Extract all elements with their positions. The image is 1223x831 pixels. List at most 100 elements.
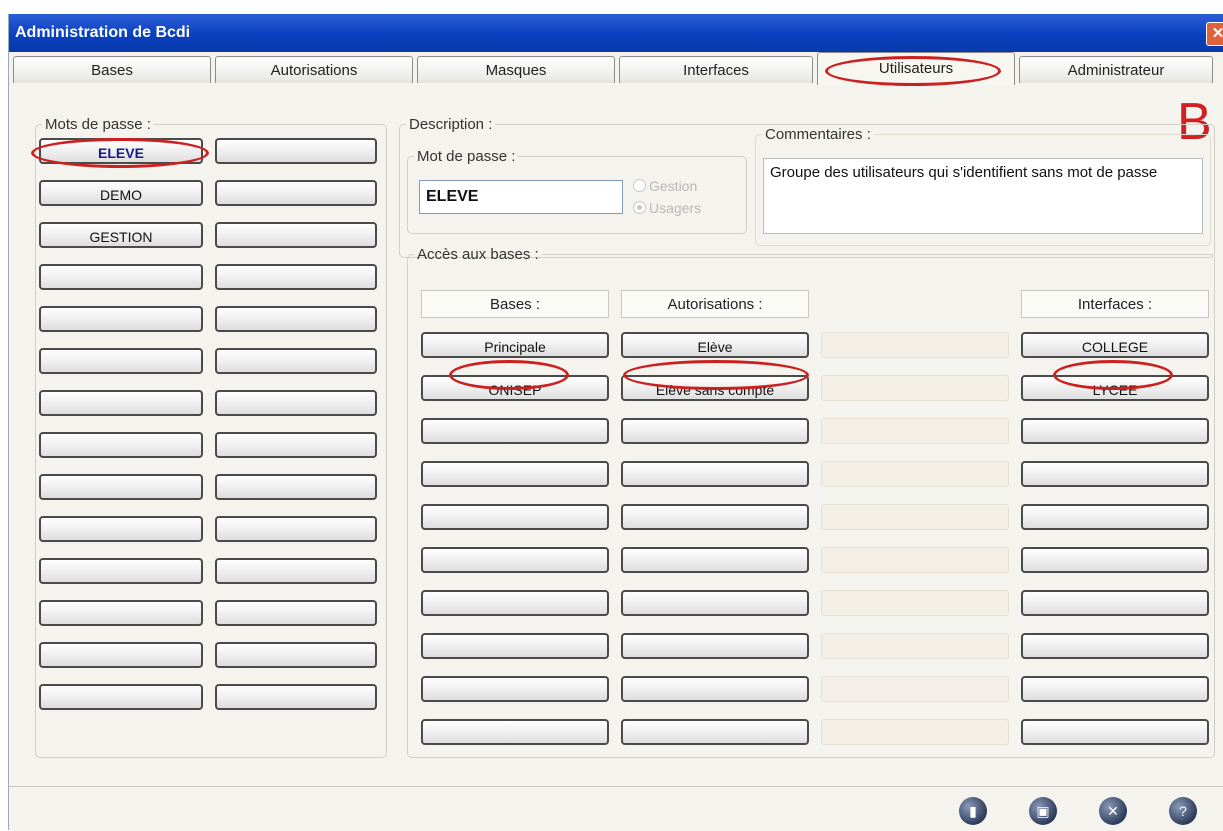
password-item[interactable] [39,474,203,500]
password-item[interactable] [39,264,203,290]
base-button[interactable] [421,676,609,702]
interface-button[interactable] [1021,633,1209,659]
base-button[interactable] [421,418,609,444]
autorisation-button[interactable] [621,676,809,702]
interface-button[interactable] [1021,504,1209,530]
tab-bases[interactable]: Bases [13,56,211,83]
autorisation-button[interactable] [621,418,809,444]
header-autorisations: Autorisations : [621,290,809,318]
empty-column-slot [821,461,1009,487]
interface-button[interactable]: LYCEE [1021,375,1209,401]
close-icon[interactable]: ✕ [1099,797,1127,825]
password-slot[interactable] [215,600,377,626]
password-item[interactable] [39,600,203,626]
password-slot[interactable] [215,684,377,710]
empty-column-slot [821,590,1009,616]
tab-utilisateurs[interactable]: Utilisateurs [817,52,1015,85]
header-bases: Bases : [421,290,609,318]
title-bar: Administration de Bcdi ✕ [9,14,1223,52]
radio-usagers-label: Usagers [649,200,702,216]
comments-legend: Commentaires : [765,126,871,143]
password-slot[interactable] [215,348,377,374]
interface-button[interactable] [1021,418,1209,444]
password-legend: Mot de passe : [417,148,516,165]
interface-button[interactable] [1021,547,1209,573]
password-slot[interactable] [215,306,377,332]
empty-column-slot [821,633,1009,659]
window-close-button[interactable]: ✕ [1206,22,1223,46]
password-field[interactable]: ELEVE [419,180,623,214]
password-slot[interactable] [215,222,377,248]
autorisation-button[interactable] [621,590,809,616]
base-button[interactable] [421,547,609,573]
empty-column-slot [821,504,1009,530]
password-slot[interactable] [215,138,377,164]
empty-column-slot [821,332,1009,358]
tab-interfaces[interactable]: Interfaces [619,56,813,83]
main-panel: Mots de passe : ELEVE DEMO GESTION Descrip… [9,86,1223,786]
help-icon[interactable]: ? [1169,797,1197,825]
autorisation-button[interactable] [621,504,809,530]
password-slot[interactable] [215,474,377,500]
autorisation-button[interactable] [621,547,809,573]
window-title: Administration de Bcdi [15,24,191,41]
radio-gestion[interactable]: Gestion [633,178,697,194]
password-slot[interactable] [215,432,377,458]
bottom-toolbar: ▮ ▣ ✕ ? [9,786,1223,831]
base-button[interactable]: ONISEP [421,375,609,401]
password-slot[interactable] [215,180,377,206]
password-slot[interactable] [215,516,377,542]
password-item[interactable] [39,684,203,710]
empty-column-slot [821,547,1009,573]
password-slot[interactable] [215,264,377,290]
base-button[interactable] [421,504,609,530]
password-item[interactable] [39,432,203,458]
interface-button[interactable] [1021,461,1209,487]
base-button[interactable]: Principale [421,332,609,358]
radio-usagers-dot [633,201,646,214]
interface-button[interactable] [1021,676,1209,702]
autorisation-button[interactable]: Elève sans compte [621,375,809,401]
autorisation-button[interactable]: Elève [621,332,809,358]
radio-gestion-dot [633,179,646,192]
empty-column-slot [821,719,1009,745]
tab-bar: Bases Autorisations Masques Interfaces U… [13,52,1213,85]
empty-column-slot [821,375,1009,401]
interface-button[interactable] [1021,719,1209,745]
autorisation-button[interactable] [621,461,809,487]
password-item[interactable] [39,642,203,668]
tab-masques[interactable]: Masques [417,56,615,83]
app-window: Administration de Bcdi ✕ Bases Autorisat… [8,14,1223,831]
base-button[interactable] [421,590,609,616]
save-icon[interactable]: ▣ [1029,797,1057,825]
password-item[interactable] [39,390,203,416]
tab-administrateur[interactable]: Administrateur [1019,56,1213,83]
password-item[interactable]: DEMO [39,180,203,206]
password-slot[interactable] [215,642,377,668]
autorisation-button[interactable] [621,719,809,745]
password-item[interactable]: GESTION [39,222,203,248]
empty-column-slot [821,418,1009,444]
radio-usagers[interactable]: Usagers [633,200,701,216]
passwords-legend: Mots de passe : [45,116,151,133]
password-item[interactable] [39,516,203,542]
notes-icon[interactable]: ▮ [959,797,987,825]
comments-textarea[interactable]: Groupe des utilisateurs qui s'identifien… [763,158,1203,234]
password-item[interactable]: ELEVE [39,138,203,164]
base-button[interactable] [421,719,609,745]
password-item[interactable] [39,306,203,332]
autorisation-button[interactable] [621,633,809,659]
description-legend: Description : [409,116,493,133]
interface-button[interactable]: COLLEGE [1021,332,1209,358]
acces-legend: Accès aux bases : [417,246,539,263]
interface-button[interactable] [1021,590,1209,616]
tab-autorisations[interactable]: Autorisations [215,56,413,83]
password-item[interactable] [39,348,203,374]
password-slot[interactable] [215,558,377,584]
password-item[interactable] [39,558,203,584]
password-slot[interactable] [215,390,377,416]
base-button[interactable] [421,461,609,487]
empty-column-slot [821,676,1009,702]
base-button[interactable] [421,633,609,659]
header-interfaces: Interfaces : [1021,290,1209,318]
